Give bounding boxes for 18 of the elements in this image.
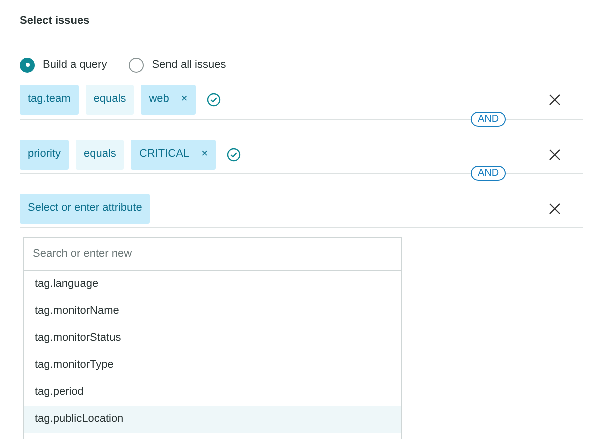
radio-button[interactable]: Build a query	[20, 56, 108, 74]
and-connector: AND	[471, 166, 506, 181]
dropdown-option[interactable]: tag.publicLocation	[24, 406, 401, 433]
remove-value-button[interactable]: ×	[202, 146, 208, 163]
value-text: web	[149, 92, 170, 108]
attribute-select-button[interactable]: Select or enter attribute	[20, 194, 150, 224]
operator-chip[interactable]: equals	[76, 140, 124, 170]
close-icon[interactable]	[549, 94, 561, 106]
and-connector: AND	[471, 112, 506, 127]
close-icon[interactable]	[549, 202, 561, 214]
attribute-chip[interactable]: priority	[20, 140, 70, 170]
radio-button[interactable]: Send all issues	[129, 56, 226, 74]
value-text: CRITICAL	[139, 147, 190, 162]
attribute-chip[interactable]: tag.team	[20, 84, 79, 114]
operator-chip[interactable]: equals	[86, 84, 134, 114]
section-title: Select issues	[20, 14, 91, 29]
remove-value-button[interactable]: ×	[181, 91, 188, 108]
close-icon[interactable]	[549, 148, 561, 160]
